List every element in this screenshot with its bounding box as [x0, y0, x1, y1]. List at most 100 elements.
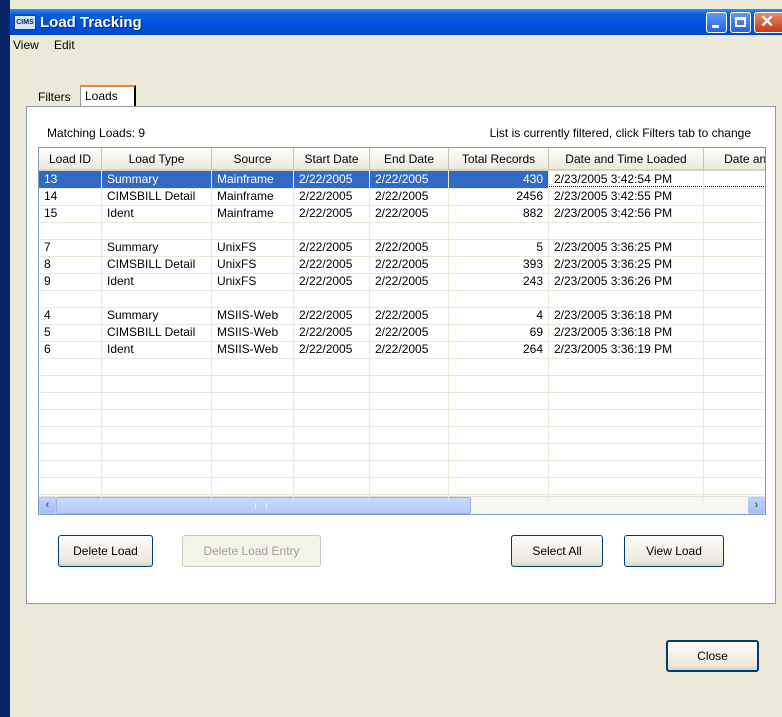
cell-type: Ident [107, 342, 134, 356]
grid-line [39, 392, 765, 393]
menu-edit[interactable]: Edit [54, 38, 75, 52]
cell-start: 2/22/2005 [299, 189, 353, 203]
matching-loads-count: Matching Loads: 9 [47, 126, 146, 140]
grid-line [39, 443, 765, 444]
table-row[interactable]: 15 Ident Mainframe 2/22/2005 2/22/2005 882 2/2… [39, 205, 765, 222]
cell-records: 69 [529, 325, 543, 339]
cell-id: 4 [44, 308, 51, 322]
grid-line [101, 171, 102, 501]
table-row[interactable]: 8 CIMSBILL Detail UnixFS 2/22/2005 2/22/2005… [39, 256, 765, 273]
cell-records: 243 [522, 274, 543, 288]
delete-load-button[interactable]: Delete Load [58, 535, 153, 567]
cell-records: 2456 [516, 189, 543, 203]
table-row[interactable]: 9 Ident UnixFS 2/22/2005 2/22/2005 243 2/23/20… [39, 273, 765, 290]
scroll-grip-icon [255, 503, 267, 509]
cell-source: Mainframe [212, 171, 294, 188]
grid-line [39, 477, 765, 478]
select-all-button[interactable]: Select All [511, 535, 603, 567]
cell-loaded: 2/23/2005 3:36:18 PM [554, 308, 673, 322]
grid-line [39, 205, 765, 206]
column-header[interactable]: Load Type [102, 148, 212, 171]
column-header[interactable]: Start Date [294, 148, 370, 171]
maximize-button[interactable] [730, 12, 751, 33]
column-header[interactable]: Source [212, 148, 294, 171]
cell-type: Summary [102, 171, 212, 188]
horizontal-scrollbar[interactable]: ‹ › [39, 496, 765, 514]
cell-source: Mainframe [217, 189, 274, 203]
cell-end: 2/22/2005 [375, 189, 429, 203]
grid-line [211, 171, 212, 501]
grid-line [703, 171, 704, 501]
table-row[interactable]: 6 Ident MSIIS-Web 2/22/2005 2/22/2005 264 2/23… [39, 341, 765, 358]
filter-status-note: List is currently filtered, click Filter… [489, 126, 751, 140]
grid-line [293, 171, 294, 501]
column-header[interactable]: End Date [370, 148, 449, 171]
grid-line [369, 171, 370, 501]
cell-start: 2/22/2005 [299, 257, 353, 271]
column-header[interactable]: Load ID [39, 148, 102, 171]
table-row[interactable]: 5 CIMSBILL Detail MSIIS-Web 2/22/2005 2/22/2… [39, 324, 765, 341]
cell-loaded: 2/23/2005 3:36:25 PM [554, 257, 673, 271]
cell-end: 2/22/2005 [375, 325, 429, 339]
tab-loads[interactable]: Loads [80, 85, 136, 106]
window-title: Load Tracking [40, 14, 142, 31]
cell-start: 2/22/2005 [299, 308, 353, 322]
grid-line [39, 494, 765, 495]
scroll-thumb[interactable] [56, 497, 471, 514]
delete-load-entry-button[interactable]: Delete Load Entry [182, 535, 321, 567]
cell-end: 2/22/2005 [375, 342, 429, 356]
grid-line [39, 188, 765, 189]
cell-records: 393 [522, 257, 543, 271]
close-window-button[interactable]: ✕ [754, 12, 782, 33]
menu-view[interactable]: View [13, 38, 39, 52]
cell-source: MSIIS-Web [217, 308, 279, 322]
grid-line [39, 460, 765, 461]
grid-line [39, 426, 765, 427]
cell-records: 264 [522, 342, 543, 356]
scroll-left-button[interactable]: ‹ [39, 497, 56, 514]
minimize-button[interactable] [706, 12, 727, 33]
table-row[interactable]: 14 CIMSBILL Detail Mainframe 2/22/2005 2/22/… [39, 188, 765, 205]
cell-type: Summary [107, 308, 159, 322]
cell-id: 14 [44, 189, 58, 203]
maximize-icon [735, 17, 746, 27]
cell-loaded: 2/23/2005 3:36:19 PM [554, 342, 673, 356]
cell-start: 2/22/2005 [299, 240, 353, 254]
column-header[interactable]: Date and Time Loaded [549, 148, 704, 171]
cell-source: MSIIS-Web [217, 342, 279, 356]
scroll-right-button[interactable]: › [748, 497, 765, 514]
view-load-button[interactable]: View Load [624, 535, 724, 567]
title-bar[interactable]: CIMS Load Tracking ✕ [10, 9, 782, 35]
column-header[interactable]: Date and [704, 148, 765, 171]
cell-start: 2/22/2005 [299, 274, 353, 288]
loads-list[interactable]: Load ID Load Type Source Start Date End Date… [38, 147, 766, 515]
cell-records: 430 [449, 171, 549, 188]
tab-filters[interactable]: Filters [34, 87, 75, 107]
table-row[interactable]: 7 Summary UnixFS 2/22/2005 2/22/2005 5 2/23/20… [39, 239, 765, 256]
cell-end: 2/22/2005 [375, 206, 429, 220]
table-row[interactable]: 13 Summary Mainframe 2/22/2005 2/22/2005 430 2… [39, 171, 765, 188]
column-header[interactable]: Total Records [449, 148, 549, 171]
minimize-icon [712, 25, 719, 28]
app-icon: CIMS [14, 15, 36, 30]
cell-loaded: 2/23/2005 3:36:18 PM [554, 325, 673, 339]
cell-records: 5 [536, 240, 543, 254]
cell-type: CIMSBILL Detail [107, 325, 196, 339]
close-button[interactable]: Close [666, 640, 759, 672]
cell-id: 13 [39, 171, 102, 188]
cell-loaded: 2/23/2005 3:42:56 PM [554, 206, 673, 220]
cell-loaded: 2/23/2005 3:42:55 PM [554, 189, 673, 203]
cell-type: Summary [107, 240, 159, 254]
cell-source: UnixFS [217, 240, 257, 254]
grid-line [39, 358, 765, 359]
grid-line [39, 256, 765, 257]
cell-end: 2/22/2005 [375, 274, 429, 288]
cell-source: UnixFS [217, 257, 257, 271]
cell-id: 7 [44, 240, 51, 254]
cell-start: 2/22/2005 [299, 342, 353, 356]
cell-end: 2/22/2005 [375, 257, 429, 271]
cell-source: Mainframe [217, 206, 274, 220]
cell-end: 2/22/2005 [375, 308, 429, 322]
grid-line [39, 222, 765, 223]
table-row[interactable]: 4 Summary MSIIS-Web 2/22/2005 2/22/2005 4 2/23… [39, 307, 765, 324]
